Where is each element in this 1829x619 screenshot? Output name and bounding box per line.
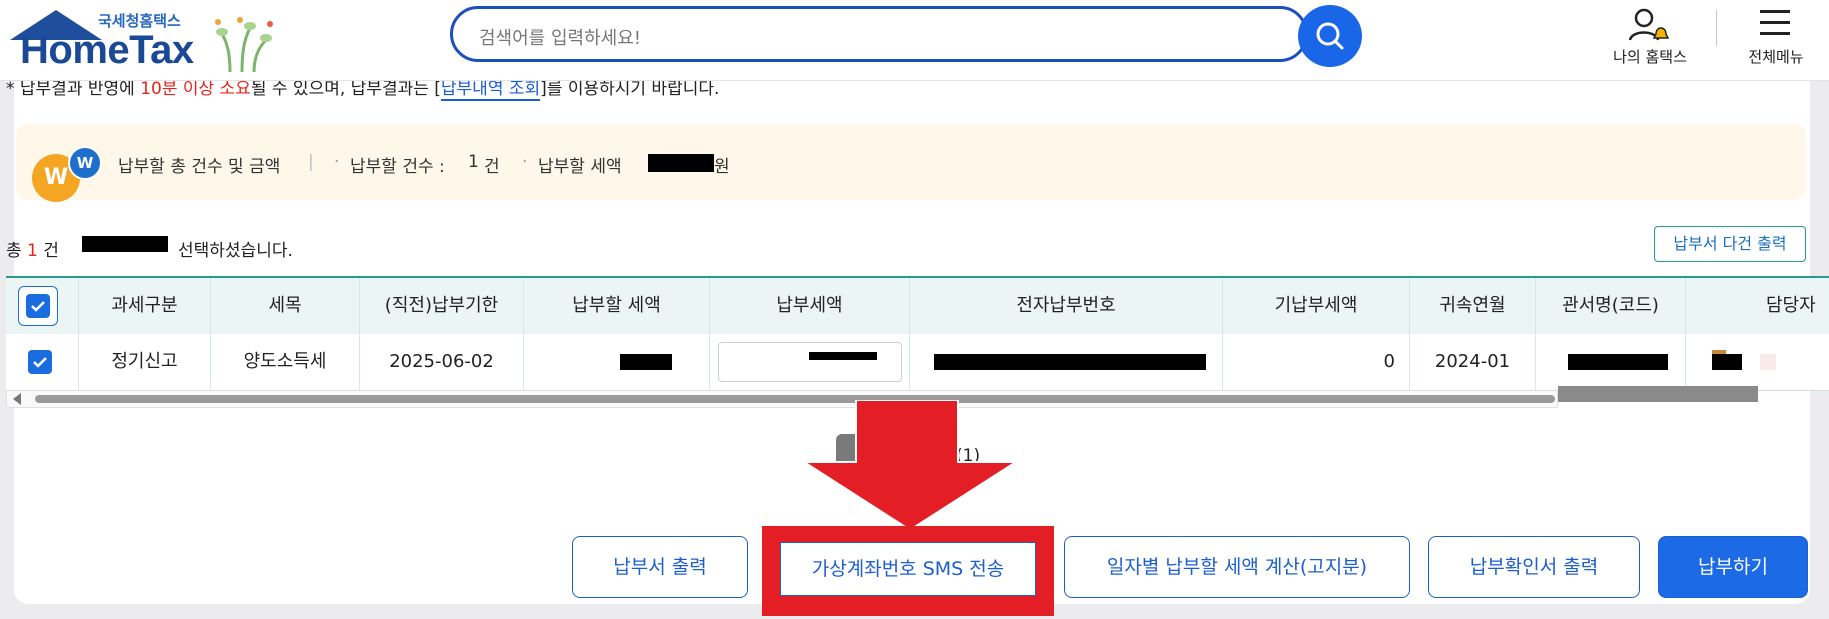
amount-label: 납부할 세액 [538,157,622,177]
daily-tax-calc-button[interactable]: 일자별 납부할 세액 계산(고지분) [1064,536,1410,598]
header-office: 관서명(코드) [1536,278,1686,334]
payment-summary-box: W W 납부할 총 건수 및 금액 | · 납부할 건수 : 1 건 · 납부할… [16,124,1806,202]
summary-title: 납부할 총 건수 및 금액 [118,157,281,177]
search-icon [1316,22,1344,50]
header-due-date: (직전)납부기한 [360,278,524,334]
selection-count: 1 [27,241,38,261]
highlight-arrow-icon [804,400,1016,530]
all-menu-label: 전체메뉴 [1748,48,1804,66]
search-input[interactable]: 검색어를 입력하세요! [450,6,1308,62]
table-header-row: 과세구분 세목 (직전)납부기한 납부할 세액 납부세액 전자납부번호 기납부세… [6,278,1829,335]
search-button[interactable] [1298,5,1362,67]
selection-prefix: 총 [6,241,22,261]
row-select-cell [6,334,79,390]
notice-prefix: * 납부결과 반영에 [6,79,141,99]
payment-confirm-print-button[interactable]: 납부확인서 출력 [1428,536,1640,598]
search-placeholder: 검색어를 입력하세요! [479,28,641,49]
count-value: 1 [468,152,479,172]
multi-print-button[interactable]: 납부서 다건 출력 [1654,226,1806,262]
cell-tax-type: 정기신고 [79,334,211,390]
header-payment-amount: 납부세액 [710,278,910,334]
user-bell-icon [1628,8,1670,41]
top-header: 국세청홈택스 HomeTax 검색어를 입력하세요! 나의 홈택스 전체메뉴 [0,0,1829,81]
summary-separator: | [308,152,314,172]
header-divider [1716,10,1717,46]
cell-payment-amount [710,334,910,390]
cell-due-date: 2025-06-02 [360,334,524,390]
header-amount-due: 납부할 세액 [524,278,710,334]
redacted-input-value [809,352,877,360]
bullet-icon-2: · [522,152,528,172]
bullet-icon: · [334,152,340,172]
my-hometax-label: 나의 홈택스 [1613,48,1687,66]
won-coin-small-icon: W [68,146,102,180]
cell-office [1536,334,1686,390]
table-row[interactable]: 정기신고 양도소득세 2025-06-02 0 2024-01 [6,334,1829,391]
plant-icon [215,17,273,73]
header-tax-item: 세목 [211,278,360,334]
all-menu-button[interactable]: 전체메뉴 [1736,4,1816,68]
selection-unit: 건 [43,241,59,261]
select-all-checkbox[interactable] [18,286,58,326]
cell-manager [1686,334,1829,390]
pay-button[interactable]: 납부하기 [1658,536,1808,598]
my-hometax-button[interactable]: 나의 홈택스 [1600,4,1700,68]
logo-brand: HomeTax [20,28,194,72]
selection-summary: 총 1 건 [6,236,59,261]
table-horizontal-scrollbar[interactable] [6,390,1558,408]
redacted-office [1568,354,1668,370]
hometax-logo[interactable]: 국세청홈택스 HomeTax [6,6,276,76]
redacted-amount-due [620,354,672,370]
header-prepaid: 기납부세액 [1223,278,1410,334]
header-electronic-number: 전자납부번호 [910,278,1223,334]
cell-prepaid: 0 [1223,334,1410,390]
checkmark-icon [33,357,47,368]
scrollbar-track-overflow [1558,386,1758,402]
notice-suffix: ]를 이용하시기 바랍니다. [540,79,720,99]
header-manager: 담당자 [1686,278,1829,334]
manager-badge [1760,354,1776,370]
count-label: 납부할 건수 : [350,157,445,177]
redacted-manager [1712,354,1742,370]
scroll-left-arrow-icon[interactable] [13,393,21,405]
selection-suffix: 선택하셨습니다. [178,241,293,261]
row-checkbox[interactable] [28,350,52,374]
payment-table: 과세구분 세목 (직전)납부기한 납부할 세액 납부세액 전자납부번호 기납부세… [6,276,1829,392]
redacted-electronic-number [934,354,1206,370]
header-tax-type: 과세구분 [79,278,211,334]
redacted-amount [648,154,714,172]
notice-highlight: 10분 이상 소요 [140,79,251,99]
cell-period: 2024-01 [1410,334,1536,390]
notice-middle: 될 수 있으며, 납부결과는 [ [250,79,441,99]
amount-unit: 원 [714,157,730,177]
cell-amount-due [524,334,710,390]
print-bill-button[interactable]: 납부서 출력 [572,536,748,598]
count-unit: 건 [484,157,500,177]
cell-electronic-number [910,334,1223,390]
cell-tax-item: 양도소득세 [211,334,360,390]
scrollbar-thumb[interactable] [35,395,1555,403]
header-period: 귀속연월 [1410,278,1536,334]
redacted-selected-amount [82,236,168,252]
select-all-cell [6,278,79,334]
sms-virtual-account-button[interactable]: 가상계좌번호 SMS 전송 [780,542,1036,596]
payment-amount-input[interactable] [718,342,902,382]
payment-history-link[interactable]: 납부내역 조회 [440,79,541,101]
checkmark-icon [31,301,45,312]
